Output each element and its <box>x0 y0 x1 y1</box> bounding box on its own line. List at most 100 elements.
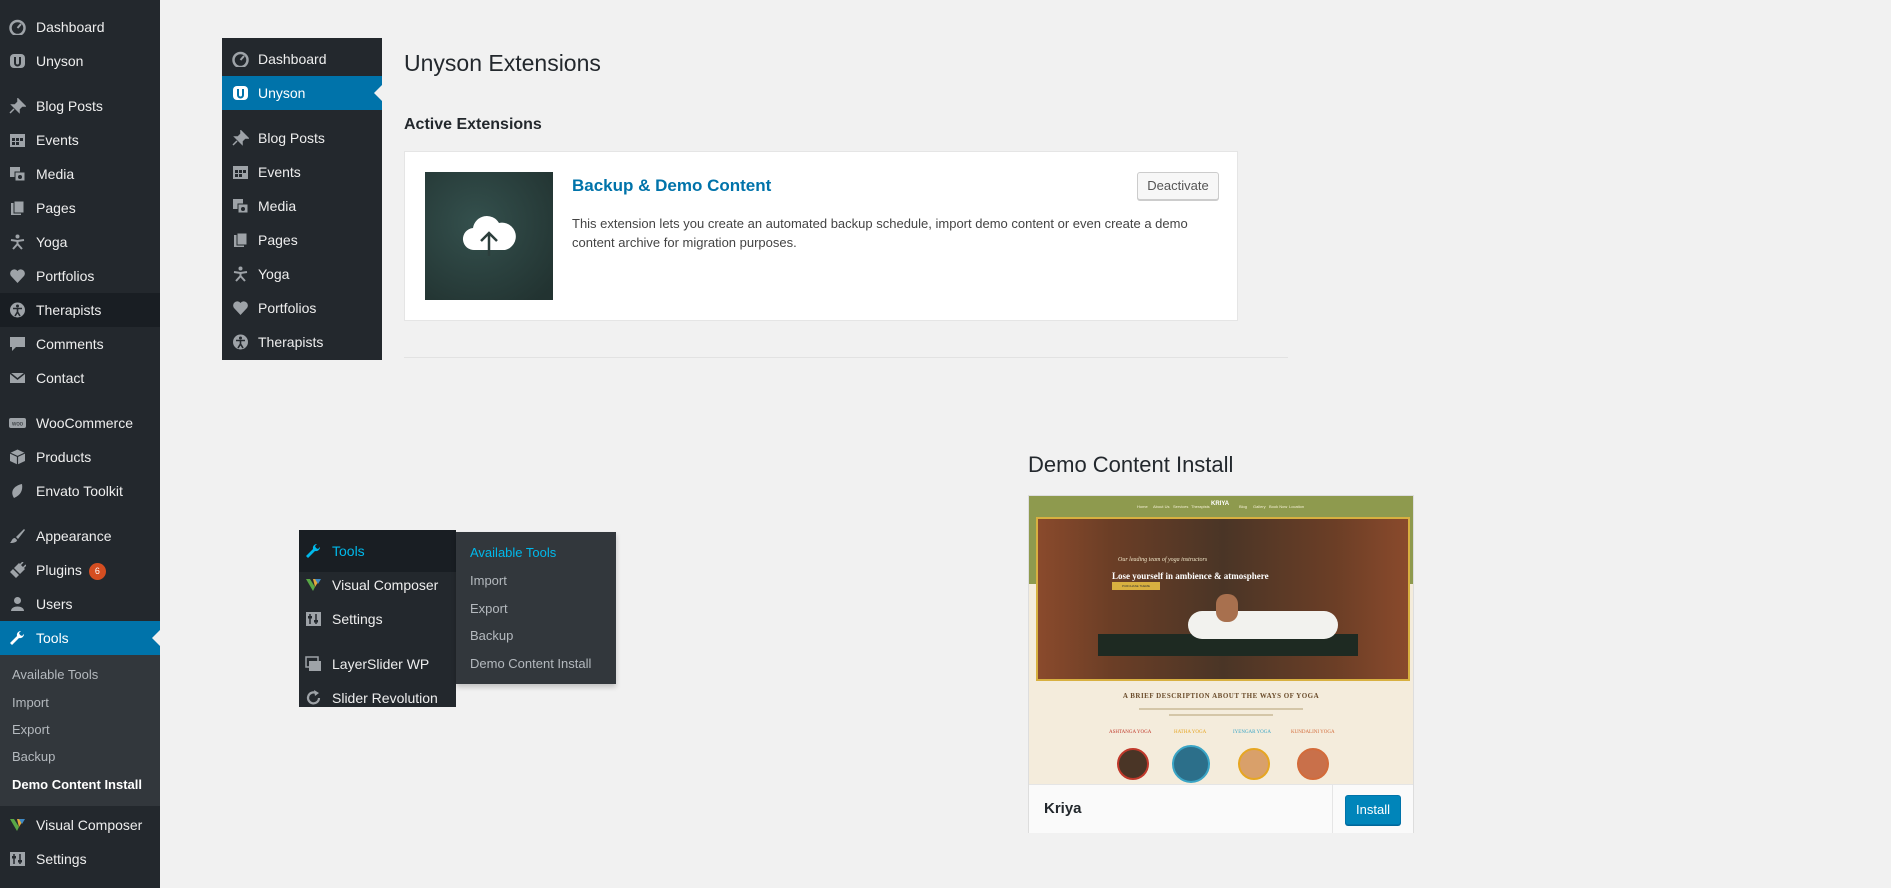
mini-item-yoga[interactable]: Yoga <box>222 257 382 291</box>
tools-menu-label: Settings <box>332 611 383 627</box>
mini-item-media[interactable]: Media <box>222 189 382 223</box>
sidebar-item-events[interactable]: Events <box>0 123 160 157</box>
sidebar-item-label: Plugins <box>36 562 82 578</box>
install-button[interactable]: Install <box>1345 795 1401 825</box>
visual-composer-icon <box>305 577 322 593</box>
sidebar-item-settings[interactable]: Settings <box>0 842 160 876</box>
mini-item-unyson[interactable]: Unyson <box>222 76 382 110</box>
extension-title-link[interactable]: Backup & Demo Content <box>572 176 771 196</box>
flyout-item-available-tools[interactable]: Available Tools <box>470 545 556 560</box>
demo-name: Kriya <box>1044 800 1082 817</box>
sidebar-item-label: Portfolios <box>36 268 95 284</box>
submenu-item-demo-content-install[interactable]: Demo Content Install <box>12 777 142 792</box>
tools-flyout-submenu: Available Tools Import Export Backup Dem… <box>456 532 616 684</box>
sidebar-item-portfolios[interactable]: Portfolios <box>0 259 160 293</box>
sidebar-item-label: Events <box>36 132 79 148</box>
sidebar-item-plugins[interactable]: Plugins 6 <box>0 553 160 587</box>
page-title: Unyson Extensions <box>404 50 601 76</box>
sidebar-item-therapists[interactable]: Therapists <box>0 293 160 327</box>
tools-menu-item-tools[interactable]: Tools <box>299 534 456 568</box>
calendar-icon <box>232 164 249 180</box>
sidebar-item-dashboard[interactable]: Dashboard <box>0 10 160 44</box>
sidebar-item-blog-posts[interactable]: Blog Posts <box>0 89 160 123</box>
sidebar-item-users[interactable]: Users <box>0 587 160 621</box>
sidebar-item-label: Tools <box>36 630 69 646</box>
sidebar-item-label: Visual Composer <box>36 817 143 833</box>
layerslider-icon <box>305 656 322 672</box>
demo-section-title: Demo Content Install <box>1028 452 1234 477</box>
sidebar-item-label: Blog Posts <box>36 98 103 114</box>
sidebar-item-label: Settings <box>36 851 87 867</box>
tools-menu-item-layerslider[interactable]: LayerSlider WP <box>299 647 456 681</box>
mini-item-label: Yoga <box>258 266 290 282</box>
sidebar-item-label: Envato Toolkit <box>36 483 123 499</box>
sidebar-item-yoga[interactable]: Yoga <box>0 225 160 259</box>
tools-menu-item-visual-composer[interactable]: Visual Composer <box>299 568 456 602</box>
sidebar-item-woocommerce[interactable]: woo WooCommerce <box>0 406 160 440</box>
pages-icon <box>232 232 249 248</box>
screenshot-yoga-type: IYENGAR YOGA <box>1233 730 1272 735</box>
mini-item-pages[interactable]: Pages <box>222 223 382 257</box>
mini-item-events[interactable]: Events <box>222 155 382 189</box>
flyout-item-export[interactable]: Export <box>470 601 508 616</box>
plugin-icon <box>9 562 26 578</box>
dashboard-icon <box>232 51 249 67</box>
extension-card: Backup & Demo Content This extension let… <box>404 151 1238 321</box>
sidebar-item-comments[interactable]: Comments <box>0 327 160 361</box>
sidebar-item-media[interactable]: Media <box>0 157 160 191</box>
tools-menu-item-slider-revolution[interactable]: Slider Revolution <box>299 681 456 715</box>
screenshot-yoga-avatar <box>1238 748 1270 780</box>
sidebar-item-tools[interactable]: Tools <box>0 621 160 655</box>
flyout-item-import[interactable]: Import <box>470 573 507 588</box>
sidebar-item-contact[interactable]: Contact <box>0 361 160 395</box>
submenu-item-available-tools[interactable]: Available Tools <box>12 667 98 682</box>
sidebar-item-visual-composer[interactable]: Visual Composer <box>0 808 160 842</box>
mini-item-label: Therapists <box>258 334 324 350</box>
demo-screenshot: Home About Us Services Therapists KRIYA … <box>1029 496 1413 784</box>
refresh-icon <box>305 690 322 706</box>
media-icon <box>9 166 26 182</box>
tools-menu-label: Tools <box>332 543 365 559</box>
flyout-item-backup[interactable]: Backup <box>470 628 513 643</box>
mini-item-therapists[interactable]: Therapists <box>222 325 382 359</box>
sidebar-item-pages[interactable]: Pages <box>0 191 160 225</box>
mini-item-portfolios[interactable]: Portfolios <box>222 291 382 325</box>
sidebar-item-label: WooCommerce <box>36 415 133 431</box>
mini-item-label: Events <box>258 164 301 180</box>
screenshot-description-heading: A BRIEF DESCRIPTION ABOUT THE WAYS OF YO… <box>1122 692 1320 700</box>
sidebar-item-appearance[interactable]: Appearance <box>0 519 160 553</box>
mini-item-dashboard[interactable]: Dashboard <box>222 42 382 76</box>
screenshot-text-line <box>1139 708 1303 710</box>
sidebar-item-products[interactable]: Products <box>0 440 160 474</box>
screenshot-nav-item: Gallery <box>1253 504 1266 509</box>
tools-menu-label: Visual Composer <box>332 577 439 593</box>
sidebar-item-unyson[interactable]: Unyson <box>0 44 160 78</box>
products-cube-icon <box>9 449 26 465</box>
paintbrush-icon <box>9 528 26 544</box>
admin-sidebar: Dashboard Unyson Blog Posts Events Media… <box>0 0 160 888</box>
screenshot-nav-item: About Us <box>1153 504 1170 509</box>
mini-item-blog-posts[interactable]: Blog Posts <box>222 121 382 155</box>
screenshot-kicker: Our leading team of yoga instructors <box>1118 557 1208 563</box>
settings-icon <box>9 851 26 867</box>
tools-submenu: Available Tools Import Export Backup Dem… <box>0 655 160 806</box>
sidebar-item-label: Unyson <box>36 53 84 69</box>
screenshot-yoga-type: ASHTANGA YOGA <box>1109 730 1152 735</box>
comment-icon <box>9 336 26 352</box>
screenshot-nav-item: Therapists <box>1191 504 1210 509</box>
tools-menu-item-settings[interactable]: Settings <box>299 602 456 636</box>
settings-icon <box>305 611 322 627</box>
footer-separator <box>1332 785 1333 833</box>
submenu-item-backup[interactable]: Backup <box>12 749 55 764</box>
submenu-item-export[interactable]: Export <box>12 722 50 737</box>
screenshot-yoga-avatar <box>1297 748 1329 780</box>
deactivate-button[interactable]: Deactivate <box>1137 172 1219 200</box>
screenshot-hero-text: Lose yourself in ambience & atmosphere <box>1112 571 1269 581</box>
submenu-item-import[interactable]: Import <box>12 695 49 710</box>
flyout-item-demo-content-install[interactable]: Demo Content Install <box>470 656 591 671</box>
sidebar-item-label: Users <box>36 596 73 612</box>
tools-menu-label: LayerSlider WP <box>332 656 430 672</box>
sidebar-item-envato-toolkit[interactable]: Envato Toolkit <box>0 474 160 508</box>
heart-icon <box>9 268 26 284</box>
mail-icon <box>9 370 26 386</box>
